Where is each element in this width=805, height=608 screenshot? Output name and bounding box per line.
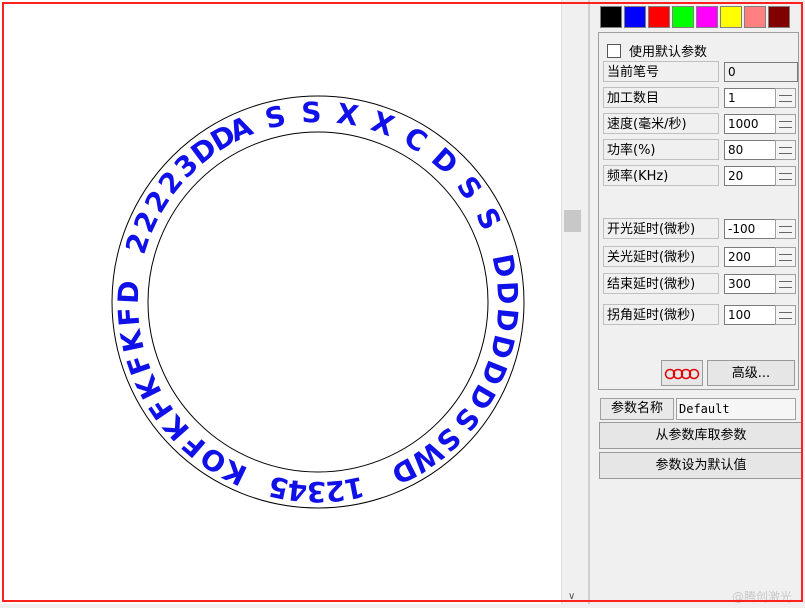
wobble-button[interactable] — [661, 360, 703, 386]
laser-off-delay-label: 关光延时(微秒) — [603, 246, 719, 267]
ring-text-char: 2 — [324, 473, 346, 508]
ring-text-char: D — [489, 307, 524, 333]
ring-text-char: K — [114, 326, 151, 355]
set-default-button[interactable]: 参数设为默认值 — [599, 452, 803, 479]
power-label: 功率(%) — [603, 139, 719, 160]
laser-off-delay-spinner[interactable] — [775, 247, 796, 267]
pen-number-label: 当前笔号 — [603, 61, 719, 82]
frequency-input[interactable]: 20 — [724, 166, 776, 186]
frequency-label: 频率(KHz) — [603, 165, 719, 186]
pen-color-swatch[interactable] — [744, 6, 766, 28]
param-row-laser-off-delay: 关光延时(微秒) 200 — [603, 246, 798, 268]
laser-off-delay-input[interactable]: 200 — [724, 247, 776, 267]
pen-color-swatch[interactable] — [624, 6, 646, 28]
ring-text-char: C — [398, 120, 433, 159]
ring-text-char: X — [334, 97, 361, 133]
ring-text-char: 3 — [307, 475, 327, 508]
use-default-params-checkbox[interactable]: 使用默认参数 — [607, 41, 707, 60]
pen-color-swatch[interactable] — [768, 6, 790, 28]
speed-spinner[interactable] — [775, 114, 796, 134]
param-row-end-delay: 结束延时(微秒) 300 — [603, 273, 798, 295]
ring-text-char: S — [450, 170, 488, 206]
ring-text-char: D — [490, 280, 524, 305]
loop-count-label: 加工数目 — [603, 87, 719, 108]
param-row-corner-delay: 拐角延时(微秒) 100 — [603, 304, 798, 326]
pen-color-swatch[interactable] — [696, 6, 718, 28]
end-delay-label: 结束延时(微秒) — [603, 273, 719, 294]
speed-input[interactable]: 1000 — [724, 114, 776, 134]
pen-color-palette — [600, 6, 792, 30]
ring-text-char: S — [262, 99, 289, 136]
parameter-panel: 使用默认参数 当前笔号 0 加工数目 1 速度(毫米/秒) 1000 功率(%)… — [596, 0, 805, 604]
advanced-button[interactable]: 高级... — [707, 360, 795, 386]
use-default-params-label: 使用默认参数 — [629, 45, 708, 60]
end-delay-spinner[interactable] — [775, 274, 796, 294]
laser-on-delay-input[interactable]: -100 — [724, 219, 776, 239]
loop-count-input[interactable]: 1 — [724, 88, 776, 108]
param-row-power: 功率(%) 80 — [603, 139, 798, 161]
param-row-frequency: 频率(KHz) 20 — [603, 165, 798, 187]
watermark: @腾创激光 — [732, 590, 793, 604]
wobble-icon — [664, 368, 700, 380]
ring-circle[interactable] — [147, 131, 489, 473]
ring-text-char: F — [112, 306, 146, 328]
panel-splitter[interactable] — [588, 0, 590, 604]
pen-color-swatch[interactable] — [648, 6, 670, 28]
laser-on-delay-spinner[interactable] — [775, 219, 796, 239]
loop-count-spinner[interactable] — [775, 88, 796, 108]
param-row-pen-number: 当前笔号 0 — [603, 61, 798, 83]
ring-text-char: S — [469, 203, 508, 236]
scrollbar-thumb[interactable] — [564, 210, 581, 232]
vertical-scrollbar[interactable]: ∨ — [561, 0, 584, 604]
ring-text-char: D — [486, 251, 523, 280]
laser-on-delay-label: 开光延时(微秒) — [603, 218, 719, 239]
frequency-spinner[interactable] — [775, 166, 796, 186]
corner-delay-spinner[interactable] — [775, 305, 796, 325]
corner-delay-input[interactable]: 100 — [724, 305, 776, 325]
pen-parameters-group: 使用默认参数 当前笔号 0 加工数目 1 速度(毫米/秒) 1000 功率(%)… — [598, 32, 799, 390]
corner-delay-label: 拐角延时(微秒) — [603, 304, 719, 325]
param-name-value: Default — [676, 398, 796, 420]
drawing-canvas[interactable]: ASSXXCDSSDDDDDDSSWD12345KOFKFKFKFD22223D… — [0, 0, 561, 604]
end-delay-input[interactable]: 300 — [724, 274, 776, 294]
pen-color-swatch[interactable] — [720, 6, 742, 28]
ring-text-char: D — [112, 280, 146, 305]
param-row-speed: 速度(毫米/秒) 1000 — [603, 113, 798, 135]
ring-text-char: S — [301, 96, 322, 130]
scroll-down-icon[interactable]: ∨ — [568, 591, 575, 602]
pen-color-swatch[interactable] — [600, 6, 622, 28]
param-row-loop-count: 加工数目 1 — [603, 87, 798, 109]
param-row-laser-on-delay: 开光延时(微秒) -100 — [603, 218, 798, 240]
param-name-label: 参数名称 — [600, 398, 674, 420]
checkbox-box[interactable] — [607, 43, 621, 58]
pen-color-swatch[interactable] — [672, 6, 694, 28]
ring-text-char: X — [367, 105, 399, 144]
speed-label: 速度(毫米/秒) — [603, 113, 719, 134]
power-input[interactable]: 80 — [724, 140, 776, 160]
ring-text-drawing[interactable]: A S S X X CDSSDDDDDDSSWD12345KOFKFKFKFD22223D… — [0, 0, 561, 604]
load-from-library-button[interactable]: 从参数库取参数 — [599, 422, 803, 449]
power-spinner[interactable] — [775, 140, 796, 160]
pen-number-value: 0 — [724, 62, 798, 82]
